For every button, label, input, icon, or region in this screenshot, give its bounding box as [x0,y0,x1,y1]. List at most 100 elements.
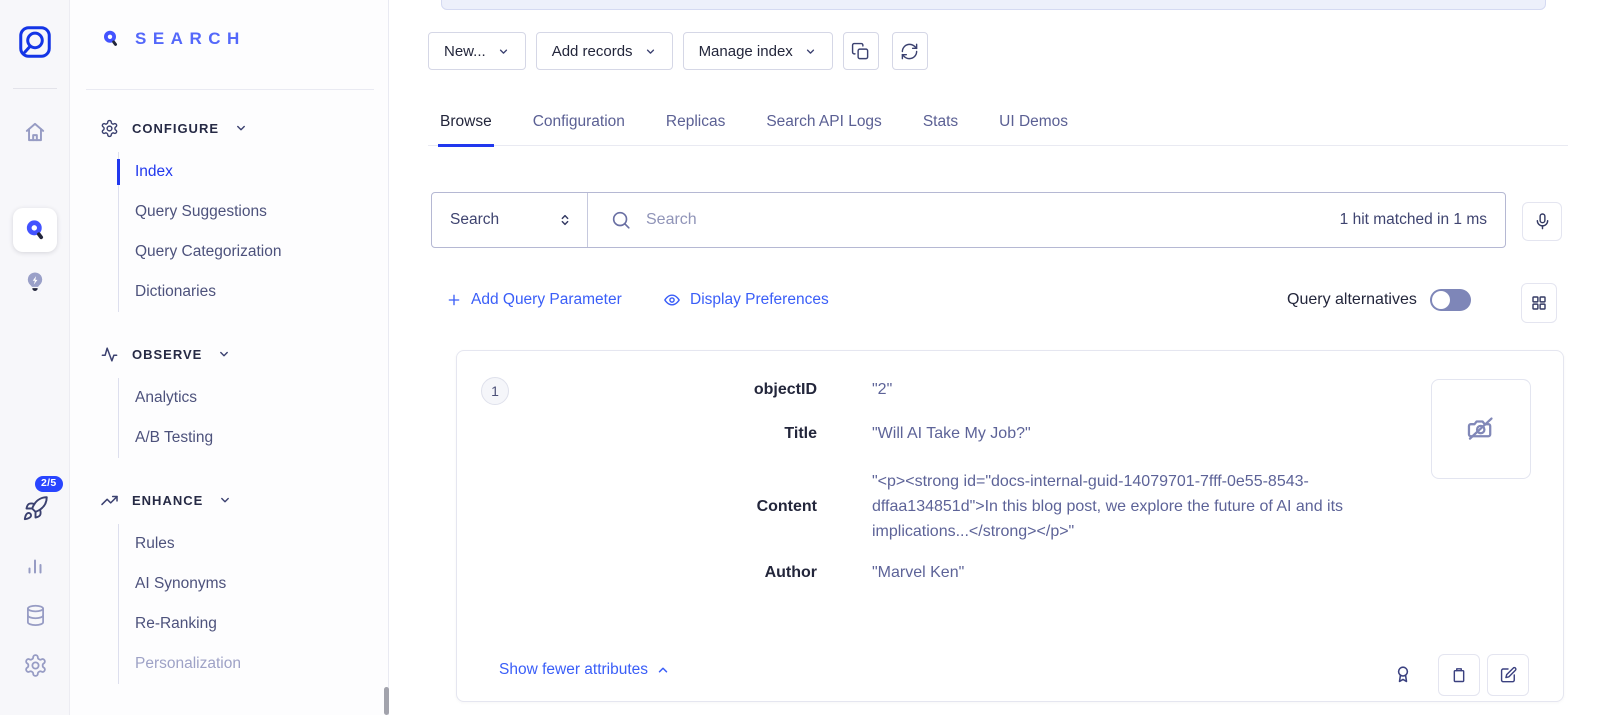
chevron-down-icon [234,121,248,135]
display-preferences-link[interactable]: Display Preferences [663,291,829,309]
new-index-dropdown[interactable]: New... [428,32,526,70]
tab-browse[interactable]: Browse [438,104,494,147]
algolia-logo-icon[interactable] [16,23,54,61]
database-icon [23,603,48,628]
hit-field-author: Author "Marvel Ken" [457,560,1400,585]
sidebar-item-ab-testing[interactable]: A/B Testing [119,418,388,458]
chevron-down-icon [217,347,231,361]
main-panel: New... Add records Manage index [390,0,1600,715]
sidebar: SEARCH CONFIGURE Index Query Suggestions… [70,0,389,715]
recommend-product-button[interactable] [13,260,57,304]
section-observe-header[interactable]: OBSERVE [100,342,388,366]
show-fewer-label: Show fewer attributes [499,661,648,679]
sidebar-divider [86,89,374,90]
section-observe: OBSERVE Analytics A/B Testing [100,342,388,458]
sidebar-item-query-suggestions[interactable]: Query Suggestions [119,192,388,232]
refresh-icon [900,42,919,61]
section-enhance-header[interactable]: ENHANCE [100,488,388,512]
left-rail: 2/5 [0,0,70,715]
manage-index-dropdown[interactable]: Manage index [683,32,833,70]
refresh-button[interactable] [892,32,928,70]
home-icon [22,119,48,145]
data-sources-icon-button[interactable] [13,593,57,637]
search-bar: Search 1 hit matched in 1 ms [431,192,1506,248]
search-icon [100,28,122,50]
hit-field-content: Content "<p><strong id="docs-internal-gu… [457,469,1400,544]
enhance-items: Rules AI Synonyms Re-Ranking Personaliza… [118,524,388,684]
sidebar-item-query-categorization[interactable]: Query Categorization [119,232,388,272]
voice-search-button[interactable] [1522,202,1562,241]
sidebar-item-personalization[interactable]: Personalization [119,644,388,684]
manage-index-label: Manage index [699,43,793,60]
search-mode-select[interactable]: Search [432,193,588,247]
field-value: "Will AI Take My Job?" [872,421,1400,446]
field-label: Content [457,498,817,516]
bar-chart-icon [23,554,47,578]
section-configure-header[interactable]: CONFIGURE [100,116,388,140]
chevrons-up-down-icon [557,212,573,228]
field-label: Author [457,564,817,582]
tab-configuration[interactable]: Configuration [531,104,627,145]
search-product-button[interactable] [13,208,57,252]
layout-grid-button[interactable] [1521,283,1557,323]
section-configure: CONFIGURE Index Query Suggestions Query … [100,116,388,312]
add-records-label: Add records [552,43,633,60]
rail-divider [13,88,57,89]
chevron-down-icon [804,45,817,58]
recommend-bulb-icon [22,269,48,295]
onboarding-rocket-button[interactable]: 2/5 [13,486,57,530]
gear-icon [100,119,119,138]
award-ribbon-icon [1392,664,1414,686]
search-icon [22,217,48,243]
copy-index-button[interactable] [843,32,879,70]
sidebar-item-index[interactable]: Index [119,152,388,192]
tab-stats[interactable]: Stats [921,104,960,145]
query-alternatives-toggle[interactable] [1430,289,1471,311]
edit-hit-button[interactable] [1487,654,1529,696]
tab-search-api-logs[interactable]: Search API Logs [764,104,883,145]
sidebar-item-rules[interactable]: Rules [119,524,388,564]
delete-hit-button[interactable] [1438,654,1480,696]
field-value: "Marvel Ken" [872,560,1400,585]
settings-icon-button[interactable] [13,643,57,687]
section-enhance: ENHANCE Rules AI Synonyms Re-Ranking Per… [100,488,388,684]
tab-ui-demos[interactable]: UI Demos [997,104,1070,145]
plus-icon [446,292,462,308]
algolia-dashboard: 2/5 [0,0,1600,715]
sidebar-item-analytics[interactable]: Analytics [119,378,388,418]
add-query-parameter-link[interactable]: Add Query Parameter [446,291,622,309]
search-result-stats: 1 hit matched in 1 ms [1340,211,1487,229]
hit-card: 1 objectID "2" Title "Will AI Take My Jo… [456,350,1564,702]
tab-replicas[interactable]: Replicas [664,104,727,145]
search-input[interactable] [646,211,1340,229]
show-fewer-attributes-link[interactable]: Show fewer attributes [499,661,670,679]
field-label: Title [457,425,817,443]
sidebar-item-ai-synonyms[interactable]: AI Synonyms [119,564,388,604]
scrollbar-thumb[interactable] [384,687,389,715]
rocket-progress-badge: 2/5 [35,476,63,492]
new-index-label: New... [444,43,486,60]
grid-icon [1530,294,1548,312]
analytics-icon-button[interactable] [13,544,57,588]
field-value: "2" [872,377,1400,402]
product-header: SEARCH [70,0,388,50]
sidebar-item-dictionaries[interactable]: Dictionaries [119,272,388,312]
home-icon-button[interactable] [13,110,57,154]
field-value: "<p><strong id="docs-internal-guid-14079… [872,469,1400,544]
index-selector-remnant [441,0,1546,10]
hit-field-objectid: objectID "2" [457,377,1400,402]
search-query-area: 1 hit matched in 1 ms [588,193,1505,247]
search-mode-value: Search [450,211,499,229]
gear-icon [23,653,48,678]
add-records-dropdown[interactable]: Add records [536,32,673,70]
promote-hit-button[interactable] [1387,659,1419,691]
search-icon [610,209,632,231]
display-preferences-label: Display Preferences [690,291,829,309]
chevron-up-icon [656,663,670,677]
camera-off-icon [1464,412,1498,446]
section-label: CONFIGURE [132,121,219,136]
query-alternatives-control: Query alternatives [1287,289,1471,311]
add-query-parameter-label: Add Query Parameter [471,291,622,309]
sidebar-item-re-ranking[interactable]: Re-Ranking [119,604,388,644]
chevron-down-icon [644,45,657,58]
